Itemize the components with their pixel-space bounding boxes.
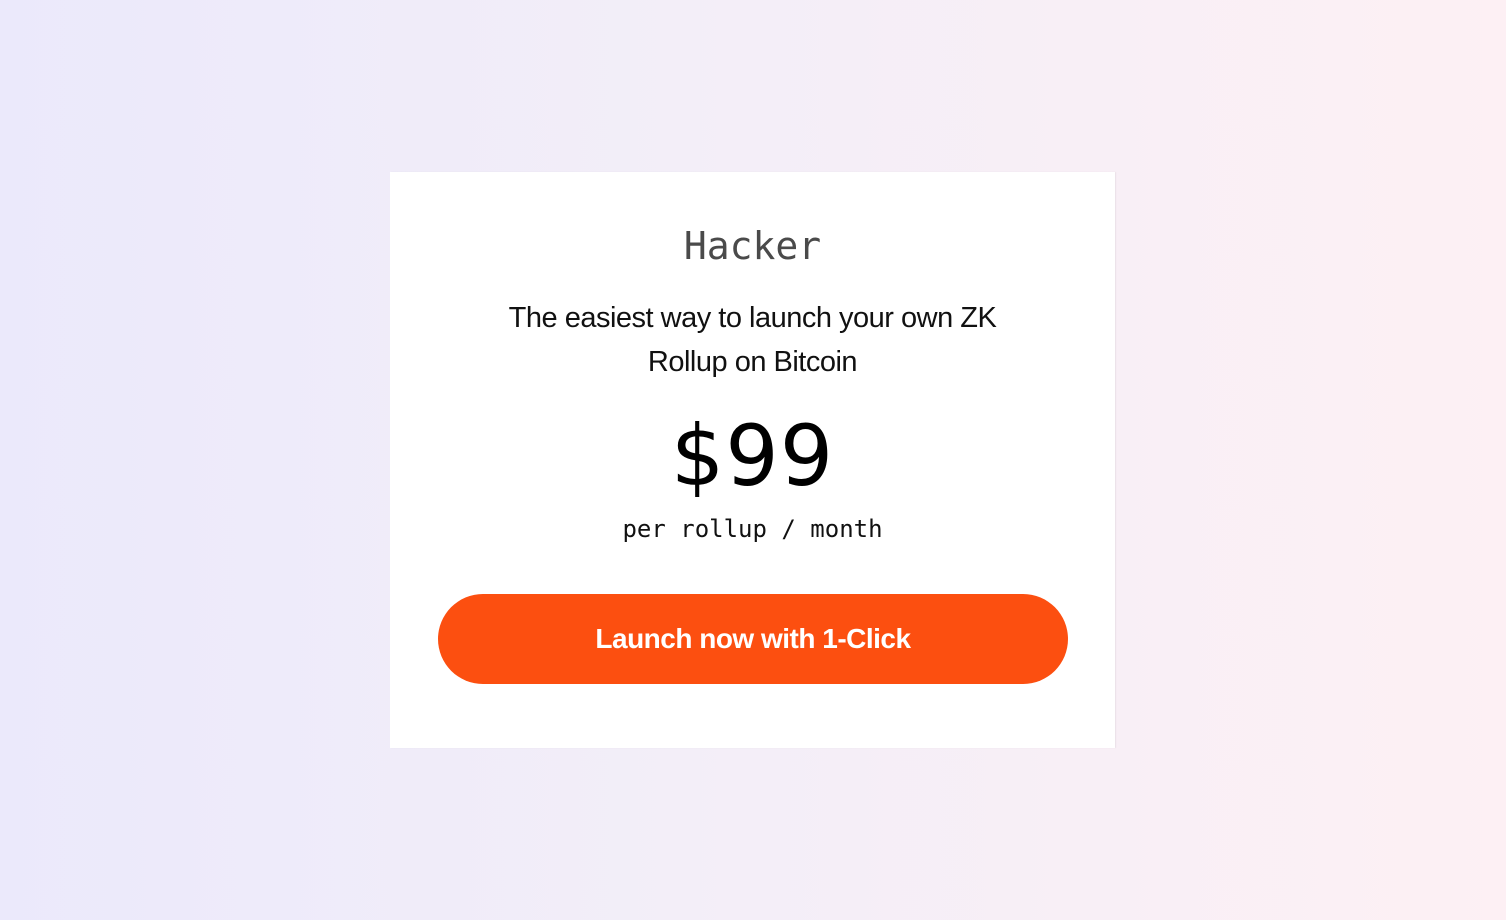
plan-tagline: The easiest way to launch your own ZK Ro… xyxy=(508,302,997,378)
plan-price: $99 xyxy=(670,407,835,505)
price-period: per rollup / month xyxy=(622,515,883,543)
pricing-card: Hacker The easiest way to launch your ow… xyxy=(390,172,1115,748)
launch-button[interactable]: Launch now with 1-Click xyxy=(438,594,1068,684)
plan-name: Hacker xyxy=(683,224,822,268)
